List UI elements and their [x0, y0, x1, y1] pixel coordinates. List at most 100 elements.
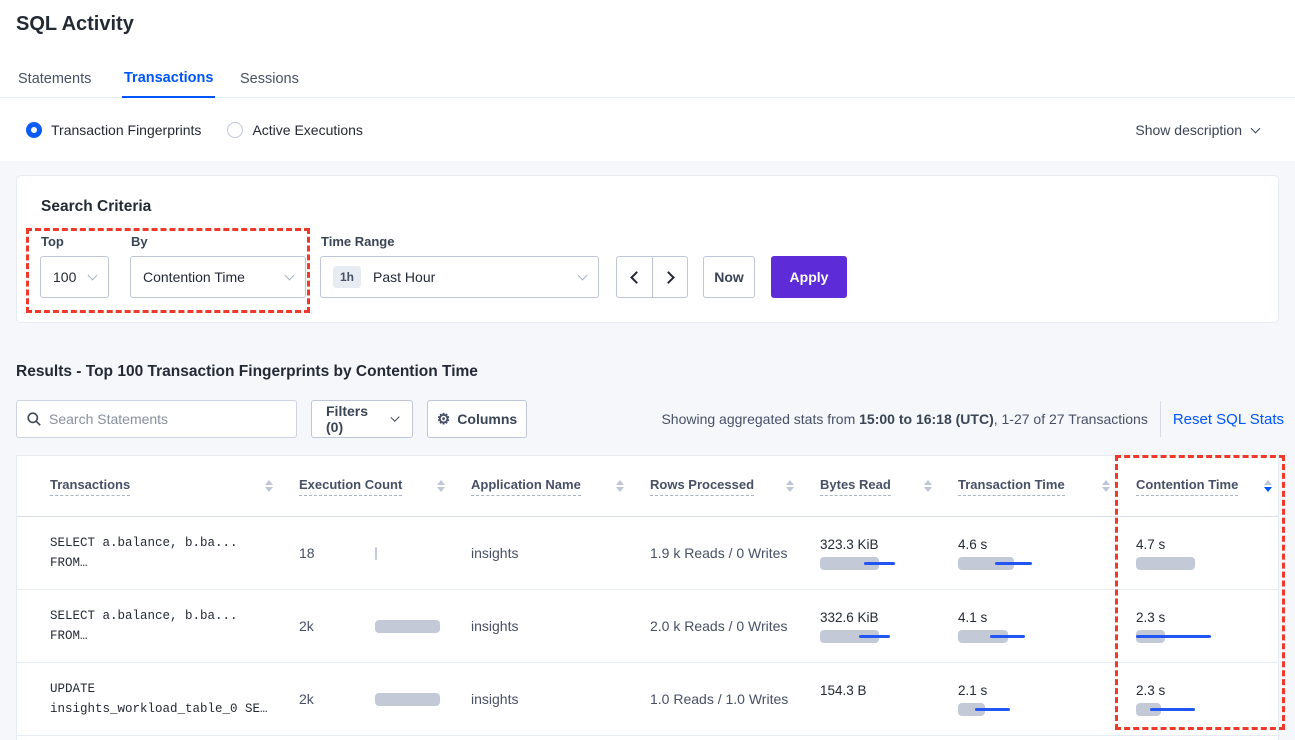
- sort-icon[interactable]: [1102, 480, 1110, 492]
- tab-transactions[interactable]: Transactions: [122, 60, 215, 98]
- transaction-time-cell: 4.6 s: [958, 537, 1136, 570]
- column-header-application-name[interactable]: Application Name: [471, 477, 650, 496]
- search-icon: [27, 412, 41, 426]
- column-header-transaction-time[interactable]: Transaction Time: [958, 477, 1136, 496]
- aggregated-stats-text: Showing aggregated stats from 15:00 to 1…: [661, 411, 1147, 427]
- execution-count-cell: 2k: [299, 691, 471, 707]
- filters-button[interactable]: Filters (0): [311, 400, 413, 438]
- filters-label: Filters (0): [326, 403, 384, 435]
- sort-icon[interactable]: [265, 480, 273, 492]
- rows-processed-cell: 1.9 k Reads / 0 Writes: [650, 545, 820, 561]
- contention-time-cell: 4.7 s: [1136, 537, 1278, 570]
- transaction-time-value: 4.1 s: [958, 610, 1136, 625]
- radio-label: Transaction Fingerprints: [51, 122, 201, 138]
- view-toggle-band: Transaction Fingerprints Active Executio…: [0, 99, 1295, 161]
- stats-area: Showing aggregated stats from 15:00 to 1…: [661, 401, 1284, 437]
- contention-time-cell: 2.3 s: [1136, 610, 1278, 643]
- sort-icon-desc-active[interactable]: [1264, 480, 1272, 492]
- time-range-badge: 1h: [333, 266, 361, 288]
- top-select[interactable]: 100: [40, 256, 109, 298]
- column-header-bytes-read[interactable]: Bytes Read: [820, 477, 958, 496]
- chevron-left-icon: [630, 271, 643, 284]
- column-header-execution-count[interactable]: Execution Count: [299, 477, 471, 496]
- next-time-button[interactable]: [652, 256, 688, 298]
- contention-time-value: 2.3 s: [1136, 683, 1278, 698]
- bytes-read-cell: 323.3 KiB: [820, 537, 958, 570]
- results-heading: Results - Top 100 Transaction Fingerprin…: [16, 363, 478, 381]
- bytes-read-cell: 154.3 B: [820, 683, 958, 716]
- prev-time-button[interactable]: [616, 256, 652, 298]
- transaction-time-bar: [958, 630, 1068, 643]
- show-description-label: Show description: [1135, 122, 1242, 138]
- now-button[interactable]: Now: [703, 256, 755, 298]
- transaction-fingerprint-link[interactable]: SELECT a.balance, b.ba...FROM…: [50, 533, 299, 573]
- contention-time-value: 2.3 s: [1136, 610, 1278, 625]
- transaction-time-value: 4.6 s: [958, 537, 1136, 552]
- transaction-time-bar: [958, 703, 1068, 716]
- reset-sql-stats-link[interactable]: Reset SQL Stats: [1173, 411, 1284, 428]
- time-range-label: Time Range: [321, 234, 394, 249]
- execution-count-cell: 2k: [299, 618, 471, 634]
- table-row[interactable]: SELECT a.balance, b.ba...FROM… 18 insigh…: [17, 517, 1278, 590]
- tab-sessions[interactable]: Sessions: [238, 60, 301, 98]
- show-description-toggle[interactable]: Show description: [1135, 99, 1259, 161]
- execution-count-bar: [375, 620, 455, 633]
- search-statements-input[interactable]: [49, 411, 286, 427]
- radio-unselected-icon[interactable]: [227, 122, 243, 138]
- sort-icon[interactable]: [616, 480, 624, 492]
- transaction-fingerprint-link[interactable]: SELECT a.balance, b.ba...FROM…: [50, 606, 299, 646]
- sort-icon[interactable]: [786, 480, 794, 492]
- contention-time-value: 4.7 s: [1136, 537, 1278, 552]
- by-select-value: Contention Time: [143, 269, 245, 285]
- chevron-down-icon: [88, 270, 98, 280]
- column-header-transactions[interactable]: Transactions: [50, 477, 299, 496]
- top-select-value: 100: [53, 269, 76, 285]
- application-name-cell: insights: [471, 545, 650, 561]
- column-header-rows-processed[interactable]: Rows Processed: [650, 477, 820, 496]
- table-row[interactable]: UPDATEinsights_workload_table_0 SE… 2k i…: [17, 663, 1278, 736]
- columns-label: Columns: [457, 411, 517, 427]
- sort-icon[interactable]: [924, 480, 932, 492]
- transaction-time-cell: 2.1 s: [958, 683, 1136, 716]
- column-label: Contention Time: [1136, 477, 1238, 496]
- radio-transaction-fingerprints[interactable]: Transaction Fingerprints: [26, 122, 201, 138]
- columns-button[interactable]: ⚙ Columns: [427, 400, 527, 438]
- bytes-read-bar: [820, 703, 930, 716]
- transactions-table: Transactions Execution Count Application…: [16, 455, 1279, 740]
- execution-count-value: 18: [299, 545, 375, 561]
- execution-count-value: 2k: [299, 618, 375, 634]
- contention-time-cell: 2.3 s: [1136, 683, 1278, 716]
- bytes-read-bar: [820, 630, 930, 643]
- transaction-time-cell: 4.1 s: [958, 610, 1136, 643]
- time-range-step-group: [616, 256, 688, 298]
- gear-icon: ⚙: [437, 412, 450, 427]
- chevron-down-icon: [285, 270, 295, 280]
- transaction-time-value: 2.1 s: [958, 683, 1136, 698]
- by-label: By: [131, 234, 148, 249]
- transaction-fingerprint-link[interactable]: UPDATEinsights_workload_table_0 SE…: [50, 679, 299, 719]
- time-range-select[interactable]: 1h Past Hour: [320, 256, 599, 298]
- bytes-read-cell: 332.6 KiB: [820, 610, 958, 643]
- table-row[interactable]: SELECT a.balance, b.ba...FROM… 2k insigh…: [17, 590, 1278, 663]
- radio-active-executions[interactable]: Active Executions: [227, 122, 363, 138]
- results-controls-row: Filters (0) ⚙ Columns Showing aggregated…: [16, 400, 1284, 438]
- bytes-read-value: 332.6 KiB: [820, 610, 958, 625]
- search-criteria-card: Search Criteria Top 100 By Contention Ti…: [16, 175, 1279, 323]
- application-name-cell: insights: [471, 618, 650, 634]
- search-criteria-title: Search Criteria: [41, 198, 151, 216]
- column-header-contention-time[interactable]: Contention Time: [1136, 477, 1278, 496]
- application-name-cell: insights: [471, 691, 650, 707]
- radio-selected-icon[interactable]: [26, 122, 42, 138]
- by-select[interactable]: Contention Time: [130, 256, 306, 298]
- chevron-down-icon: [1251, 123, 1261, 133]
- sort-icon[interactable]: [437, 480, 445, 492]
- transaction-time-bar: [958, 557, 1068, 570]
- apply-button[interactable]: Apply: [771, 256, 847, 298]
- bytes-read-value: 154.3 B: [820, 683, 958, 698]
- tab-statements[interactable]: Statements: [16, 60, 93, 98]
- search-statements-box[interactable]: [16, 400, 297, 438]
- column-label: Rows Processed: [650, 477, 754, 496]
- radio-label: Active Executions: [252, 122, 363, 138]
- column-label: Execution Count: [299, 477, 402, 496]
- rows-processed-cell: 1.0 Reads / 1.0 Writes: [650, 691, 820, 707]
